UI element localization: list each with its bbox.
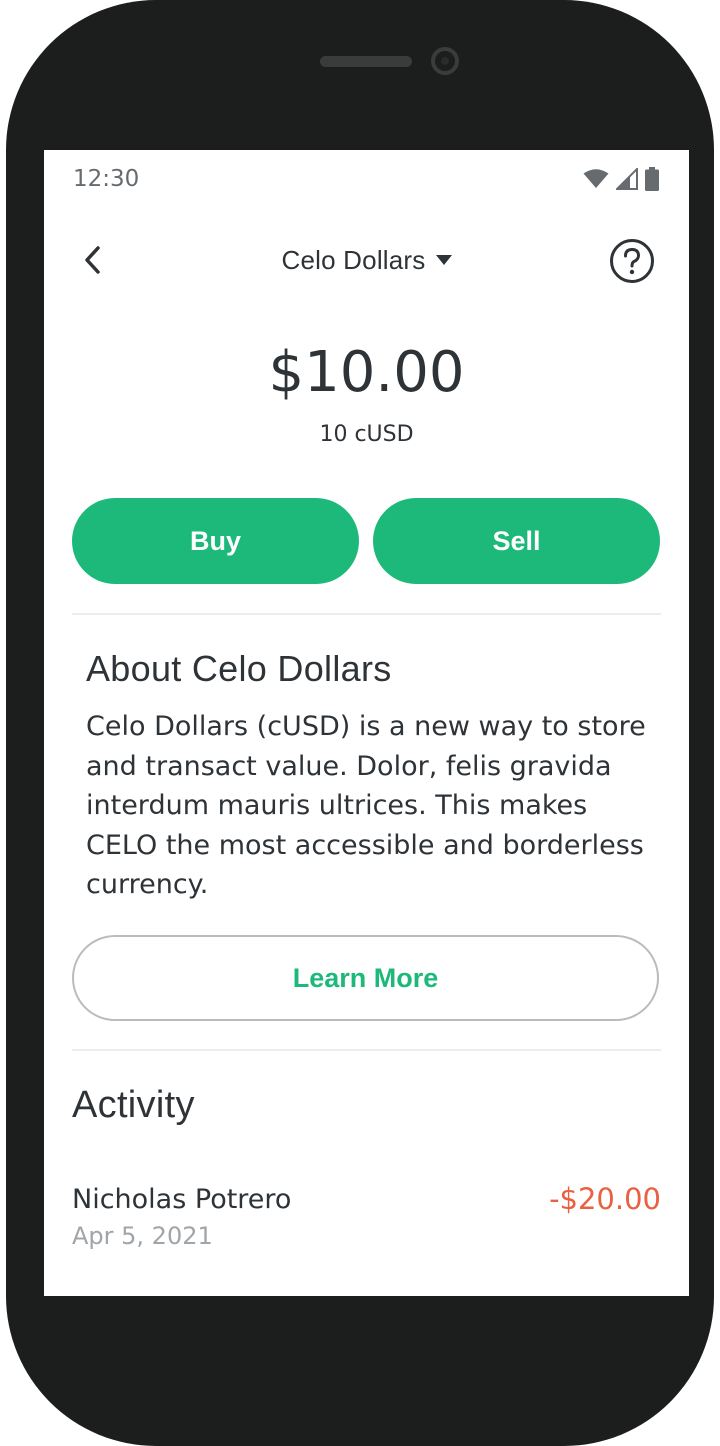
device-frame: 12:30 Celo Dollars $10.00 10 cUSD Buy Se… (6, 0, 714, 1446)
token-selector[interactable]: Celo Dollars (44, 238, 689, 282)
activity-name: Nicholas Potrero (72, 1184, 292, 1215)
status-icons (583, 167, 659, 191)
sell-button[interactable]: Sell (373, 498, 660, 584)
help-circle-icon (610, 239, 654, 283)
activity-amount: -$20.00 (549, 1182, 661, 1216)
buy-button[interactable]: Buy (72, 498, 359, 584)
earpiece-speaker (320, 56, 412, 67)
activity-item[interactable]: Nicholas Potrero Apr 5, 2021 -$20.00 (72, 1180, 661, 1254)
help-button[interactable] (609, 238, 655, 284)
activity-title: Activity (72, 1084, 195, 1126)
battery-icon (645, 167, 659, 191)
app-screen: 12:30 Celo Dollars $10.00 10 cUSD Buy Se… (44, 150, 689, 1296)
about-description: Celo Dollars (cUSD) is a new way to stor… (86, 711, 646, 900)
balance-amount: $10.00 (268, 340, 465, 405)
cellular-signal-icon (616, 168, 638, 190)
divider (72, 1049, 661, 1051)
page-title: Celo Dollars (281, 244, 426, 275)
activity-date: Apr 5, 2021 (72, 1222, 213, 1250)
about-title: About Celo Dollars (86, 648, 392, 689)
learn-more-button[interactable]: Learn More (72, 935, 659, 1021)
front-camera (431, 47, 459, 75)
status-time: 12:30 (73, 166, 140, 192)
caret-down-icon (435, 254, 452, 265)
wifi-icon (583, 169, 609, 188)
divider (72, 613, 661, 615)
token-balance: 10 cUSD (319, 422, 414, 447)
